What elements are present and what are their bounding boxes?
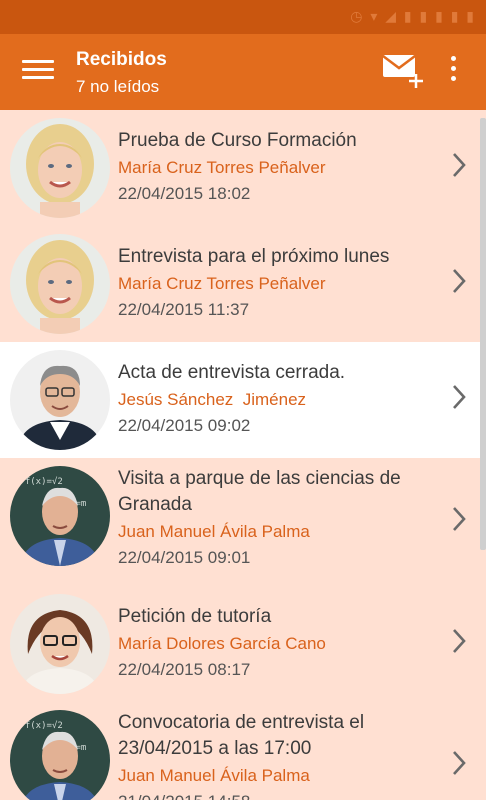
message-sender: Juan Manuel Ávila Palma [118,522,310,541]
message-subject: Visita a parque de las ciencias de Grana… [118,468,401,515]
avatar [10,350,110,450]
message-text: Visita a parque de las ciencias de Grana… [118,466,438,571]
message-item[interactable]: ∑ f(x)=√2 E=m Visita a parque de las cie… [0,458,480,587]
message-list: Prueba de Curso Formación María Cruz Torr… [0,110,486,800]
message-subject: Acta de entrevista cerrada. [118,362,346,383]
avatar: ∑ f(x)=√2 E=m [10,466,110,566]
chevron-right-icon [448,150,468,180]
message-date: 22/04/2015 18:02 [118,184,251,203]
message-date: 21/04/2015 14:58 [118,789,438,800]
message-item[interactable]: Acta de entrevista cerrada. Jesús Sánchez… [0,342,480,459]
message-item[interactable]: ∑ f(x)=√2 E=m Convocatoria de entrevista… [0,702,480,800]
chevron-right-icon [448,382,468,412]
unread-count: 7 no leídos [76,77,160,96]
message-item[interactable]: Petición de tutoría María Dolores García … [0,586,480,703]
status-bar: ◷ ▾ ◢ ▮ ▮ ▮ ▮ ▮ [0,0,486,34]
message-subject: Petición de tutoría [118,606,272,627]
message-sender: Jesús Sánchez Jiménez [118,390,307,409]
avatar [10,594,110,694]
message-text: Prueba de Curso Formación María Cruz Torr… [118,128,438,207]
compose-mail-icon[interactable] [380,52,428,92]
message-text: Petición de tutoría María Dolores García … [118,604,438,683]
avatar: ∑ f(x)=√2 E=m [10,710,110,800]
avatar [10,234,110,334]
chevron-right-icon [448,626,468,656]
message-subject: Convocatoria de entrevista el 23/04/2015… [118,712,365,759]
message-text: Convocatoria de entrevista el 23/04/2015… [118,710,438,800]
message-sender: María Dolores García Cano [118,634,326,653]
chevron-right-icon [448,748,468,778]
chevron-right-icon [448,504,468,534]
message-sender: Juan Manuel Ávila Palma [118,766,310,785]
more-vert-icon[interactable] [440,56,466,88]
message-sender: María Cruz Torres Peñalver [118,158,326,177]
message-subject: Prueba de Curso Formación [118,130,357,151]
scrollbar[interactable] [480,118,486,550]
message-subject: Entrevista para el próximo lunes [118,246,390,267]
message-sender: María Cruz Torres Peñalver [118,274,326,293]
chevron-right-icon [448,266,468,296]
status-icons: ◷ ▾ ◢ ▮ ▮ ▮ ▮ ▮ [350,8,476,24]
page-title: Recibidos [76,49,167,70]
message-date: 22/04/2015 09:01 [118,548,251,567]
message-item[interactable]: Prueba de Curso Formación María Cruz Torr… [0,110,480,227]
svg-text:∑ f(x)=√2: ∑ f(x)=√2 [14,720,63,731]
avatar [10,118,110,218]
message-date: 22/04/2015 11:37 [118,300,250,319]
svg-text:∑ f(x)=√2: ∑ f(x)=√2 [14,476,63,487]
message-date: 22/04/2015 09:02 [118,416,251,435]
message-date: 22/04/2015 08:17 [118,660,251,679]
app-bar: Recibidos 7 no leídos [0,34,486,110]
menu-icon[interactable] [22,60,54,84]
message-item[interactable]: Entrevista para el próximo lunes María Cr… [0,226,480,343]
message-text: Entrevista para el próximo lunes María Cr… [118,244,438,323]
message-text: Acta de entrevista cerrada. Jesús Sánchez… [118,360,438,439]
